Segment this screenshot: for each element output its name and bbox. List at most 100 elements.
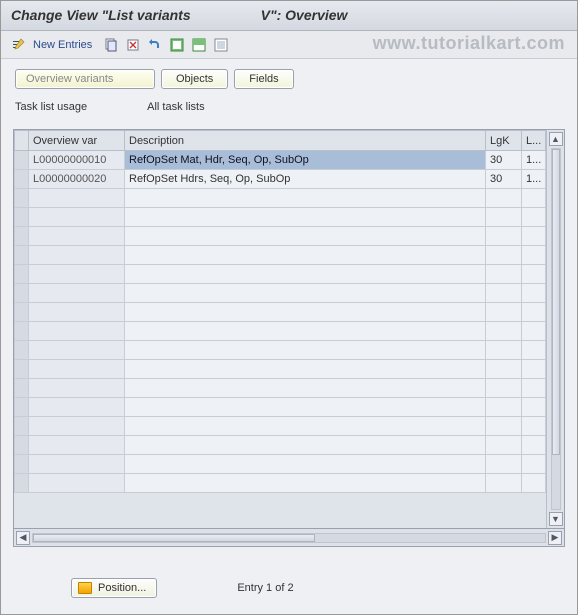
cell-l[interactable] <box>522 398 546 417</box>
row-selector[interactable] <box>15 303 29 322</box>
cell-lgk[interactable] <box>486 379 522 398</box>
cell-l[interactable]: 1... <box>522 151 546 170</box>
scroll-up-icon[interactable]: ▲ <box>549 132 563 146</box>
cell-overview-var[interactable] <box>29 303 125 322</box>
cell-lgk[interactable] <box>486 341 522 360</box>
col-header-description[interactable]: Description <box>125 131 486 151</box>
table-row-empty[interactable] <box>15 417 546 436</box>
cell-overview-var[interactable] <box>29 189 125 208</box>
cell-l[interactable] <box>522 341 546 360</box>
row-selector[interactable] <box>15 455 29 474</box>
table-row[interactable]: L00000000020RefOpSet Hdrs, Seq, Op, SubO… <box>15 170 546 189</box>
row-selector[interactable] <box>15 227 29 246</box>
col-header-l[interactable]: L... <box>522 131 546 151</box>
row-selector[interactable] <box>15 360 29 379</box>
cell-lgk[interactable] <box>486 436 522 455</box>
row-selector[interactable] <box>15 151 29 170</box>
cell-lgk[interactable] <box>486 284 522 303</box>
cell-lgk[interactable] <box>486 265 522 284</box>
cell-l[interactable] <box>522 436 546 455</box>
cell-lgk[interactable] <box>486 227 522 246</box>
cell-l[interactable] <box>522 208 546 227</box>
deselect-all-icon[interactable] <box>212 36 230 54</box>
cell-lgk[interactable]: 30 <box>486 151 522 170</box>
scroll-down-icon[interactable]: ▼ <box>549 512 563 526</box>
cell-l[interactable] <box>522 265 546 284</box>
cell-overview-var[interactable] <box>29 208 125 227</box>
horizontal-scrollbar[interactable]: ◀ ▶ <box>13 529 565 547</box>
cell-description[interactable] <box>125 474 486 493</box>
table-row-empty[interactable] <box>15 436 546 455</box>
delete-icon[interactable] <box>124 36 142 54</box>
cell-description[interactable] <box>125 227 486 246</box>
scroll-left-icon[interactable]: ◀ <box>16 531 30 545</box>
vscroll-track[interactable] <box>551 148 561 510</box>
cell-overview-var[interactable] <box>29 265 125 284</box>
table-row-empty[interactable] <box>15 379 546 398</box>
tab-objects[interactable]: Objects <box>161 69 228 89</box>
cell-l[interactable] <box>522 322 546 341</box>
cell-description[interactable] <box>125 417 486 436</box>
cell-lgk[interactable]: 30 <box>486 170 522 189</box>
cell-description[interactable] <box>125 246 486 265</box>
select-block-icon[interactable] <box>190 36 208 54</box>
cell-l[interactable] <box>522 246 546 265</box>
cell-overview-var[interactable] <box>29 398 125 417</box>
cell-l[interactable] <box>522 360 546 379</box>
cell-description[interactable] <box>125 341 486 360</box>
row-selector[interactable] <box>15 436 29 455</box>
cell-description[interactable] <box>125 284 486 303</box>
cell-lgk[interactable] <box>486 398 522 417</box>
cell-overview-var[interactable] <box>29 436 125 455</box>
table-row-empty[interactable] <box>15 360 546 379</box>
hscroll-thumb[interactable] <box>33 534 315 542</box>
cell-lgk[interactable] <box>486 322 522 341</box>
cell-description[interactable] <box>125 379 486 398</box>
table-row-empty[interactable] <box>15 189 546 208</box>
cell-lgk[interactable] <box>486 360 522 379</box>
hscroll-track[interactable] <box>32 533 546 543</box>
cell-lgk[interactable] <box>486 417 522 436</box>
col-header-lgk[interactable]: LgK <box>486 131 522 151</box>
table-row-empty[interactable] <box>15 227 546 246</box>
copy-as-icon[interactable] <box>102 36 120 54</box>
row-selector[interactable] <box>15 208 29 227</box>
cell-description[interactable] <box>125 322 486 341</box>
cell-lgk[interactable] <box>486 474 522 493</box>
cell-overview-var[interactable]: L00000000020 <box>29 170 125 189</box>
cell-lgk[interactable] <box>486 455 522 474</box>
table-row-empty[interactable] <box>15 455 546 474</box>
cell-lgk[interactable] <box>486 189 522 208</box>
cell-lgk[interactable] <box>486 246 522 265</box>
table-row[interactable]: L00000000010RefOpSet Mat, Hdr, Seq, Op, … <box>15 151 546 170</box>
vertical-scrollbar[interactable]: ▲ ▼ <box>546 130 564 528</box>
tab-fields[interactable]: Fields <box>234 69 293 89</box>
col-header-selector[interactable] <box>15 131 29 151</box>
row-selector[interactable] <box>15 170 29 189</box>
cell-overview-var[interactable] <box>29 360 125 379</box>
table-row-empty[interactable] <box>15 284 546 303</box>
table-row-empty[interactable] <box>15 322 546 341</box>
table-row-empty[interactable] <box>15 265 546 284</box>
table-row-empty[interactable] <box>15 208 546 227</box>
row-selector[interactable] <box>15 417 29 436</box>
scroll-right-icon[interactable]: ▶ <box>548 531 562 545</box>
table-row-empty[interactable] <box>15 246 546 265</box>
cell-overview-var[interactable] <box>29 379 125 398</box>
cell-l[interactable] <box>522 474 546 493</box>
cell-l[interactable] <box>522 284 546 303</box>
cell-lgk[interactable] <box>486 208 522 227</box>
row-selector[interactable] <box>15 265 29 284</box>
row-selector[interactable] <box>15 322 29 341</box>
table-row-empty[interactable] <box>15 474 546 493</box>
cell-l[interactable] <box>522 455 546 474</box>
cell-l[interactable] <box>522 189 546 208</box>
table-row-empty[interactable] <box>15 303 546 322</box>
cell-overview-var[interactable] <box>29 246 125 265</box>
row-selector[interactable] <box>15 246 29 265</box>
cell-overview-var[interactable] <box>29 284 125 303</box>
row-selector[interactable] <box>15 341 29 360</box>
cell-description[interactable] <box>125 208 486 227</box>
table-row-empty[interactable] <box>15 398 546 417</box>
cell-overview-var[interactable] <box>29 322 125 341</box>
